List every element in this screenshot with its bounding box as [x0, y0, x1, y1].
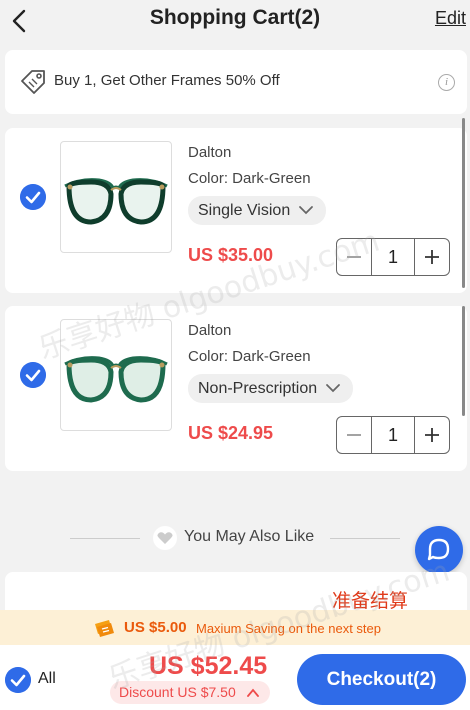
eyeglasses-icon	[64, 356, 168, 403]
price-tag-icon	[21, 70, 45, 94]
checkout-footer: All US $52.45 Discount US $7.50 Checkout…	[0, 645, 470, 710]
product-price: US $35.00	[188, 245, 274, 265]
product-color: Color: Dark-Green	[188, 170, 311, 187]
lens-type-label: Non-Prescription	[198, 380, 318, 397]
recommendation-title: You May Also Like	[184, 528, 315, 545]
header-bar: Shopping Cart(2) Edit	[0, 0, 470, 46]
product-name: Dalton	[188, 144, 232, 161]
chevron-down-icon	[326, 384, 341, 393]
lens-type-dropdown[interactable]: Non-Prescription	[188, 374, 354, 403]
product-image[interactable]	[60, 319, 172, 431]
chat-button[interactable]	[415, 526, 463, 574]
recommendation-header: You May Also Like	[0, 522, 470, 552]
minus-icon	[347, 256, 361, 258]
scrollbar-thumb[interactable]	[462, 118, 465, 288]
eyeglasses-icon	[64, 178, 168, 225]
quantity-value[interactable]: 1	[371, 417, 415, 453]
overlay-annotation-text: 准备结算	[332, 590, 409, 612]
cart-item: Dalton Color: Dark-Green Single Vision U…	[5, 118, 467, 293]
lens-type-dropdown[interactable]: Single Vision	[188, 196, 327, 225]
increase-quantity-button[interactable]	[415, 239, 449, 275]
minus-icon	[347, 434, 361, 436]
lens-type-label: Single Vision	[198, 202, 291, 219]
divider	[70, 538, 140, 539]
info-icon[interactable]: i	[438, 74, 455, 91]
plus-icon	[425, 250, 439, 264]
saving-note: Maxium Saving on the next step	[196, 621, 381, 636]
discount-text: Discount US $7.50	[119, 684, 236, 700]
quantity-stepper: 1	[336, 238, 450, 276]
checkbox-checked-icon[interactable]	[20, 184, 46, 210]
product-price: US $24.95	[188, 423, 274, 443]
decrease-quantity-button[interactable]	[337, 417, 371, 453]
coupon-icon	[95, 620, 114, 637]
select-all-label[interactable]: All	[38, 670, 56, 688]
product-name: Dalton	[188, 322, 232, 339]
quantity-value[interactable]: 1	[371, 239, 415, 275]
divider	[330, 538, 400, 539]
product-color: Color: Dark-Green	[188, 348, 311, 365]
scrollbar-thumb[interactable]	[462, 306, 465, 416]
heart-icon	[153, 526, 177, 550]
increase-quantity-button[interactable]	[415, 417, 449, 453]
checkbox-checked-icon[interactable]	[20, 362, 46, 388]
promo-text: Buy 1, Get Other Frames 50% Off	[54, 72, 280, 89]
decrease-quantity-button[interactable]	[337, 239, 371, 275]
chat-bubble-icon	[427, 538, 450, 561]
checkout-button[interactable]: Checkout(2)	[297, 654, 466, 705]
product-image[interactable]	[60, 141, 172, 253]
chevron-up-icon	[246, 688, 259, 697]
select-all-checkbox-icon[interactable]	[5, 667, 31, 693]
promo-banner[interactable]: Buy 1, Get Other Frames 50% Off i	[5, 50, 467, 114]
chevron-down-icon	[299, 206, 314, 215]
discount-details-toggle[interactable]: Discount US $7.50	[110, 681, 270, 704]
saving-banner: US $5.00 Maxium Saving on the next step	[0, 610, 470, 645]
plus-icon	[425, 428, 439, 442]
quantity-stepper: 1	[336, 416, 450, 454]
cart-item: Dalton Color: Dark-Green Non-Prescriptio…	[5, 306, 467, 471]
total-price: US $52.45	[149, 652, 268, 680]
page-title: Shopping Cart(2)	[149, 6, 321, 29]
edit-button[interactable]: Edit	[435, 8, 466, 29]
saving-amount: US $5.00	[124, 619, 187, 636]
